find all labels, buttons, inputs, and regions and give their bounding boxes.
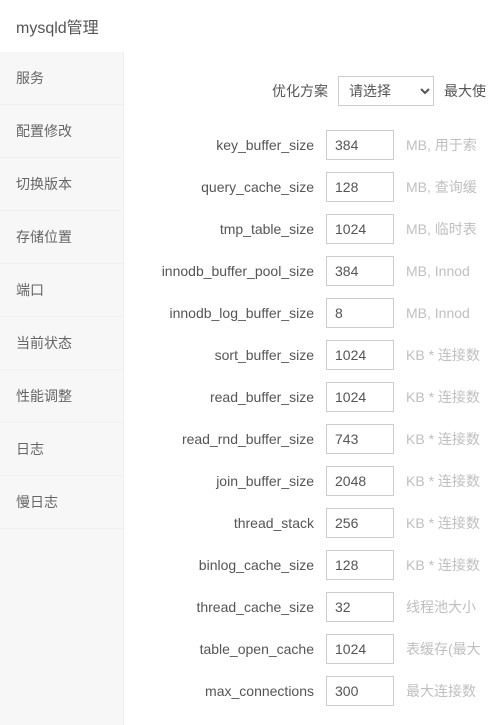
setting-row: join_buffer_size KB * 连接数 (138, 466, 486, 496)
sidebar-item-label: 日志 (16, 441, 44, 457)
setting-label: thread_cache_size (138, 599, 314, 615)
setting-label: read_rnd_buffer_size (138, 431, 314, 447)
setting-label: thread_stack (138, 515, 314, 531)
setting-hint: MB, Innod (406, 263, 470, 279)
settings-form: key_buffer_size MB, 用于索 query_cache_size MB… (124, 120, 500, 706)
sidebar-item-label: 配置修改 (16, 123, 72, 139)
setting-label: join_buffer_size (138, 473, 314, 489)
setting-input-innodb_log_buffer_size[interactable] (326, 298, 394, 328)
setting-label: innodb_buffer_pool_size (138, 263, 314, 279)
setting-row: tmp_table_size MB, 临时表 (138, 214, 486, 244)
setting-hint: KB * 连接数 (406, 513, 480, 533)
setting-input-binlog_cache_size[interactable] (326, 550, 394, 580)
setting-row: thread_cache_size 线程池大小 (138, 592, 486, 622)
setting-label: table_open_cache (138, 641, 314, 657)
setting-hint: MB, 用于索 (406, 135, 477, 155)
setting-hint: KB * 连接数 (406, 555, 480, 575)
setting-hint: MB, 查询缓 (406, 177, 477, 197)
setting-label: innodb_log_buffer_size (138, 305, 314, 321)
setting-row: thread_stack KB * 连接数 (138, 508, 486, 538)
setting-input-thread_stack[interactable] (326, 508, 394, 538)
page-title: mysqld管理 (16, 20, 99, 37)
setting-label: tmp_table_size (138, 221, 314, 237)
sidebar-item-switch-ver[interactable]: 切换版本 (0, 158, 123, 211)
sidebar-item-label: 当前状态 (16, 335, 72, 351)
toolbar: 优化方案 请选择 最大使 (124, 76, 500, 120)
setting-hint: 线程池大小 (406, 597, 476, 617)
sidebar-item-slowlog[interactable]: 慢日志 (0, 476, 123, 529)
max-usage-button[interactable]: 最大使 (444, 81, 486, 101)
sidebar-item-label: 存储位置 (16, 229, 72, 245)
setting-row: innodb_buffer_pool_size MB, Innod (138, 256, 486, 286)
sidebar-item-label: 性能调整 (16, 388, 72, 404)
sidebar-item-label: 端口 (16, 282, 44, 298)
setting-input-read_buffer_size[interactable] (326, 382, 394, 412)
setting-input-thread_cache_size[interactable] (326, 592, 394, 622)
setting-input-tmp_table_size[interactable] (326, 214, 394, 244)
sidebar-item-performance[interactable]: 性能调整 (0, 370, 123, 423)
setting-hint: KB * 连接数 (406, 471, 480, 491)
setting-input-table_open_cache[interactable] (326, 634, 394, 664)
sidebar-item-config[interactable]: 配置修改 (0, 105, 123, 158)
setting-input-sort_buffer_size[interactable] (326, 340, 394, 370)
sidebar-item-storage[interactable]: 存储位置 (0, 211, 123, 264)
setting-row: sort_buffer_size KB * 连接数 (138, 340, 486, 370)
sidebar: 服务 配置修改 切换版本 存储位置 端口 当前状态 性能调整 日志 慢日志 (0, 52, 124, 725)
sidebar-item-port[interactable]: 端口 (0, 264, 123, 317)
setting-label: query_cache_size (138, 179, 314, 195)
page-header: mysqld管理 (0, 0, 500, 52)
sidebar-item-service[interactable]: 服务 (0, 52, 123, 105)
setting-input-join_buffer_size[interactable] (326, 466, 394, 496)
setting-row: key_buffer_size MB, 用于索 (138, 130, 486, 160)
plan-label: 优化方案 (272, 81, 328, 101)
sidebar-item-label: 切换版本 (16, 176, 72, 192)
sidebar-item-label: 慢日志 (16, 494, 58, 510)
content-container: 服务 配置修改 切换版本 存储位置 端口 当前状态 性能调整 日志 慢日志 优化… (0, 52, 500, 725)
setting-hint: 表缓存(最大 (406, 639, 481, 659)
setting-hint: KB * 连接数 (406, 429, 480, 449)
setting-row: binlog_cache_size KB * 连接数 (138, 550, 486, 580)
sidebar-item-log[interactable]: 日志 (0, 423, 123, 476)
setting-hint: KB * 连接数 (406, 345, 480, 365)
setting-row: query_cache_size MB, 查询缓 (138, 172, 486, 202)
setting-input-read_rnd_buffer_size[interactable] (326, 424, 394, 454)
setting-label: key_buffer_size (138, 137, 314, 153)
setting-input-query_cache_size[interactable] (326, 172, 394, 202)
setting-label: read_buffer_size (138, 389, 314, 405)
setting-hint: MB, Innod (406, 305, 470, 321)
setting-input-max_connections[interactable] (326, 676, 394, 706)
setting-input-key_buffer_size[interactable] (326, 130, 394, 160)
setting-label: max_connections (138, 683, 314, 699)
setting-row: read_buffer_size KB * 连接数 (138, 382, 486, 412)
sidebar-item-label: 服务 (16, 70, 44, 86)
setting-row: read_rnd_buffer_size KB * 连接数 (138, 424, 486, 454)
plan-select[interactable]: 请选择 (338, 76, 434, 106)
setting-row: table_open_cache 表缓存(最大 (138, 634, 486, 664)
setting-hint: MB, 临时表 (406, 219, 477, 239)
setting-input-innodb_buffer_pool_size[interactable] (326, 256, 394, 286)
sidebar-item-status[interactable]: 当前状态 (0, 317, 123, 370)
setting-label: sort_buffer_size (138, 347, 314, 363)
setting-label: binlog_cache_size (138, 557, 314, 573)
setting-row: innodb_log_buffer_size MB, Innod (138, 298, 486, 328)
setting-hint: 最大连接数 (406, 681, 476, 701)
setting-hint: KB * 连接数 (406, 387, 480, 407)
main-panel: 优化方案 请选择 最大使 key_buffer_size MB, 用于索 query… (124, 52, 500, 725)
setting-row: max_connections 最大连接数 (138, 676, 486, 706)
